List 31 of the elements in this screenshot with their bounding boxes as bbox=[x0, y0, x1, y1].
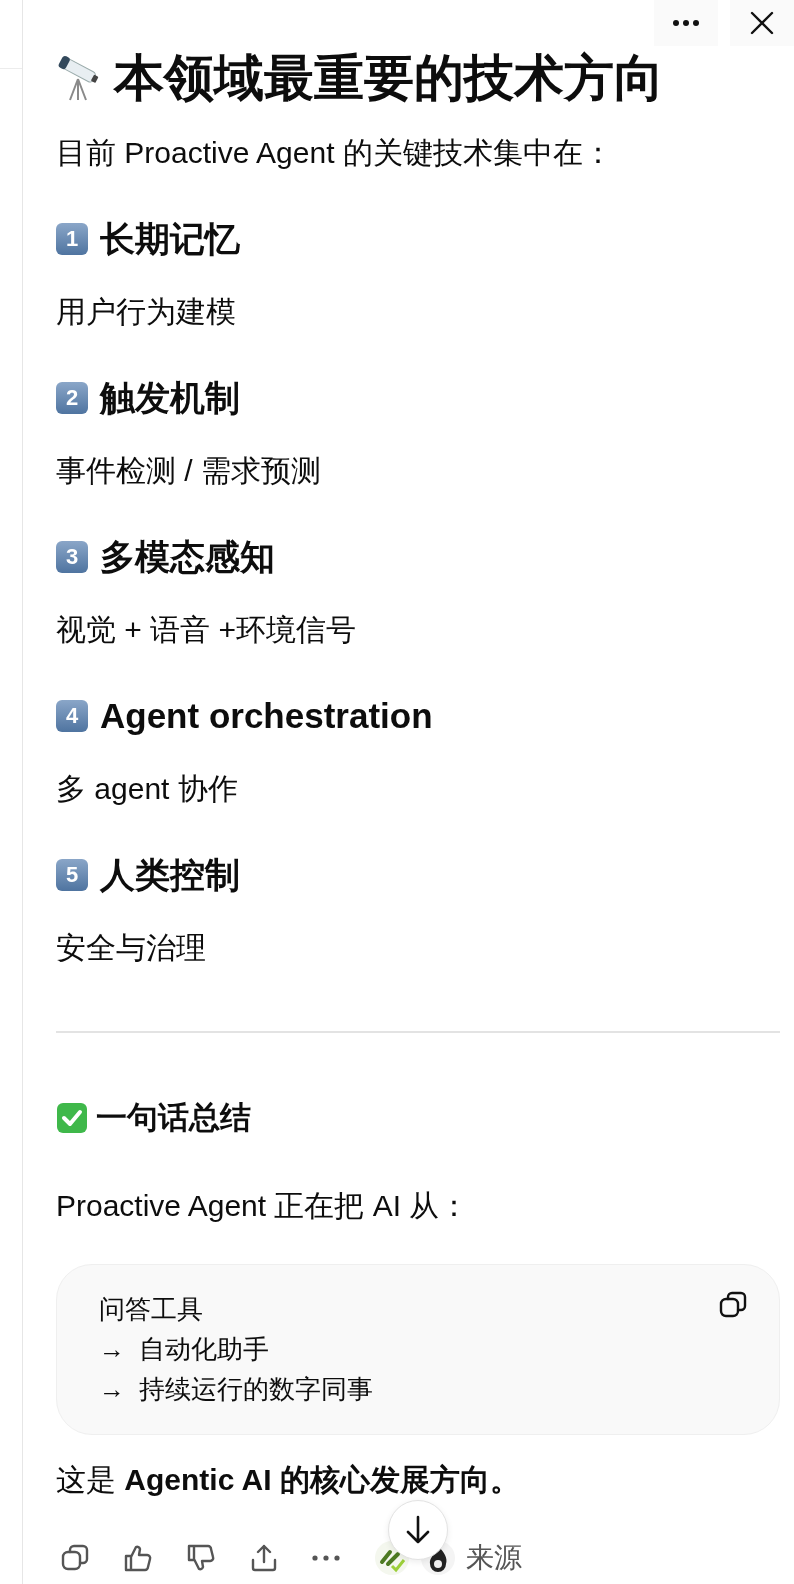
keycap-number: 1 bbox=[56, 223, 88, 255]
more-icon bbox=[672, 19, 700, 27]
keycap-number: 4 bbox=[56, 700, 88, 732]
code-line: → 持续运行的数字同事 bbox=[99, 1373, 374, 1406]
section-text: 安全与治理 bbox=[56, 930, 207, 966]
keycap-number: 2 bbox=[56, 382, 88, 414]
check-mark-icon bbox=[56, 1102, 88, 1134]
more-icon bbox=[311, 1555, 341, 1561]
scroll-down-button[interactable] bbox=[388, 1500, 448, 1560]
closing-text: 这是 Agentic AI 的核心发展方向。 bbox=[56, 1462, 521, 1498]
section-heading: 长期记忆 bbox=[100, 218, 240, 260]
more-button[interactable] bbox=[654, 0, 718, 46]
section-heading: Agent orchestration bbox=[100, 695, 433, 737]
section-text: 事件检测 / 需求预测 bbox=[56, 453, 322, 489]
section-heading: 触发机制 bbox=[100, 377, 240, 419]
page-title: 本领域最重要的技术方向 bbox=[114, 52, 664, 104]
section-text: 多 agent 协作 bbox=[56, 771, 239, 807]
keycap-number: 3 bbox=[56, 541, 88, 573]
arrow-down-icon bbox=[404, 1515, 432, 1545]
close-icon bbox=[750, 11, 774, 35]
section-text: 用户行为建模 bbox=[56, 294, 237, 330]
summary-text: Proactive Agent 正在把 AI 从： bbox=[56, 1188, 471, 1224]
code-line: → 自动化助手 bbox=[99, 1333, 270, 1366]
section-text: 视觉 + 语音 +环境信号 bbox=[56, 612, 358, 648]
section-heading: 多模态感知 bbox=[100, 536, 275, 578]
code-line: 问答工具 bbox=[99, 1293, 203, 1326]
section-heading: 人类控制 bbox=[100, 854, 240, 896]
intro-text: 目前 Proactive Agent 的关键技术集中在： bbox=[56, 135, 614, 171]
keycap-number: 5 bbox=[56, 859, 88, 891]
summary-heading: 一句话总结 bbox=[96, 1099, 251, 1137]
close-button[interactable] bbox=[730, 0, 794, 46]
